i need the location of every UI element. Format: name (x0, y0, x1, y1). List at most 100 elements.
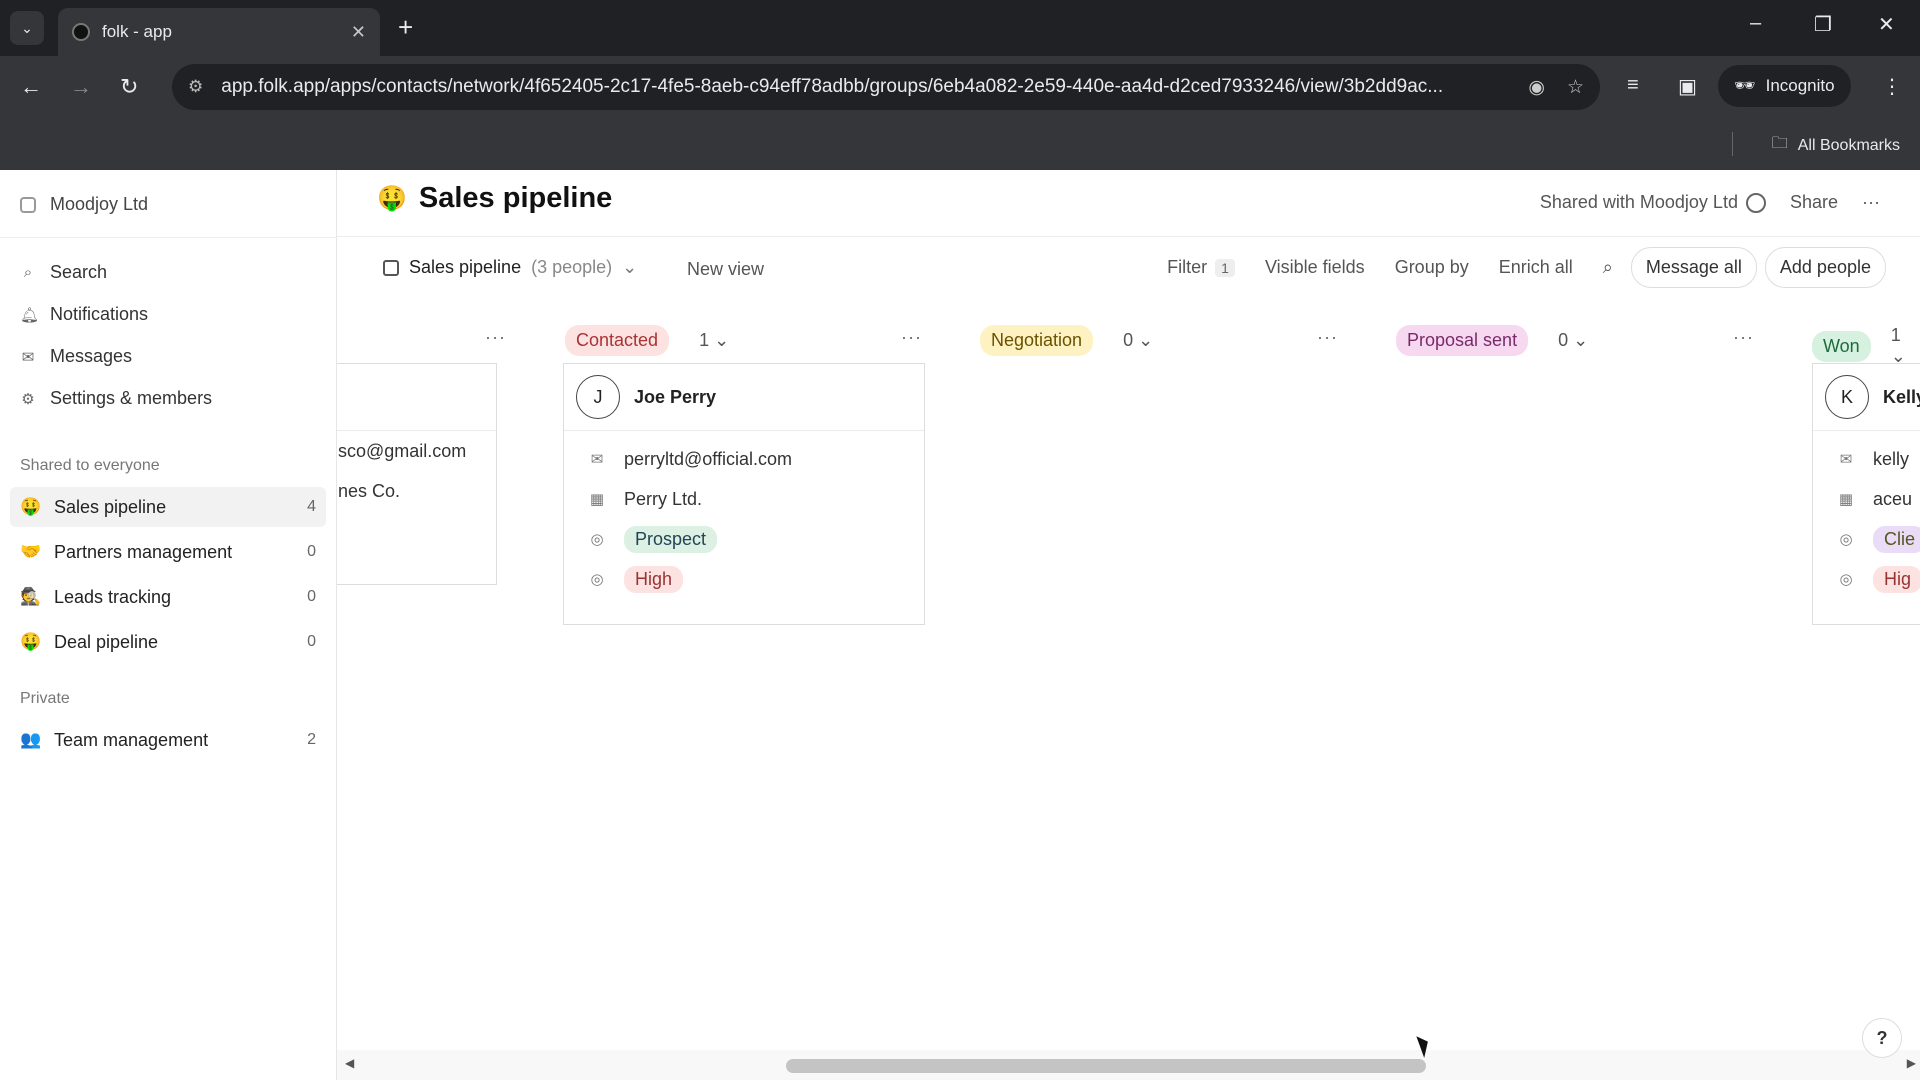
scroll-right-icon[interactable]: ▶ (1907, 1056, 1916, 1070)
share-button[interactable]: Share (1790, 192, 1838, 213)
chevron-down-icon: ⌄ (21, 19, 33, 36)
restore-icon[interactable]: ❐ (1814, 12, 1832, 37)
priority-badge[interactable]: Hig (1873, 565, 1920, 593)
reload-icon[interactable]: ↻ (120, 74, 138, 100)
horizontal-scrollbar[interactable]: ◀ ▶ (337, 1050, 1920, 1080)
contact-card-joe-perry[interactable]: J Joe Perry ✉ perryltd@official.com ▦ Perr… (563, 363, 925, 625)
card-email[interactable]: perryltd@official.com (624, 449, 792, 470)
minimize-icon[interactable]: – (1750, 12, 1761, 35)
sidebar-item-partners-management[interactable]: 🤝 Partners management 0 (10, 532, 326, 572)
scroll-left-icon[interactable]: ◀ (345, 1056, 354, 1070)
nav-label: Notifications (50, 304, 149, 324)
nav-settings[interactable]: ⚙ Settings & members (20, 388, 212, 409)
site-info-icon[interactable]: ⚙ (188, 77, 203, 97)
menu-icon[interactable]: ⋮ (1882, 74, 1902, 99)
page-header: 🤑 Sales pipeline Shared with Moodjoy Ltd… (337, 170, 1920, 237)
card-company[interactable]: aceu (1873, 489, 1912, 510)
contact-name[interactable]: Joe Perry (634, 387, 716, 408)
contact-card-partial[interactable]: sco@gmail.com nes Co. (337, 363, 497, 585)
stage-label: Negotiation (980, 325, 1094, 356)
new-tab-button[interactable]: + (398, 12, 413, 43)
add-people-button[interactable]: Add people (1764, 247, 1886, 288)
contact-card-kelly[interactable]: K Kelly ✉ kelly ▦ aceu ◎ Clie ◎ Hig (1812, 363, 1920, 625)
card-email: sco@gmail.com (338, 440, 467, 461)
chevron-down-icon: ⌄ (1573, 330, 1589, 350)
column-header-negotiation[interactable]: Negotiation 0 ⌄ (980, 325, 1153, 356)
filter-button[interactable]: Filter 1 (1167, 257, 1235, 278)
emoji-icon: 🕵 (20, 587, 42, 606)
column-menu-icon[interactable]: ··· (1317, 327, 1338, 348)
group-count: 0 (307, 543, 316, 560)
column-header-contacted[interactable]: Contacted 1 ⌄ (565, 325, 729, 356)
card-company: nes Co. (338, 480, 401, 501)
more-options-icon[interactable]: ··· (1862, 192, 1880, 213)
sidebar-item-leads-tracking[interactable]: 🕵 Leads tracking 0 (10, 577, 326, 617)
status-badge[interactable]: Prospect (624, 525, 718, 553)
eye-off-icon[interactable]: ◉ (1528, 76, 1545, 99)
incognito-icon: 🕶 (1734, 76, 1756, 95)
main-content: 🤑 Sales pipeline Shared with Moodjoy Ltd… (337, 170, 1920, 1080)
bell-icon: 🔔︎ (20, 306, 40, 324)
chevron-down-icon: ⌄ (714, 330, 730, 350)
contact-name[interactable]: Kelly (1883, 387, 1920, 408)
nav-search[interactable]: ⌕ Search (20, 262, 107, 283)
back-icon[interactable]: ← (20, 74, 42, 100)
nav-label: Messages (50, 346, 133, 366)
avatar: K (1825, 375, 1869, 419)
folder-icon: 🗀 (1771, 135, 1788, 152)
section-heading-private: Private (20, 690, 70, 707)
workspace-switcher[interactable]: Moodjoy Ltd (20, 194, 148, 215)
view-selector[interactable]: Sales pipeline (3 people) ⌄ (383, 257, 637, 278)
group-label: Deal pipeline (54, 631, 159, 652)
nav-messages[interactable]: ✉ Messages (20, 346, 132, 367)
column-menu-icon[interactable]: ··· (485, 327, 506, 348)
nav-notifications[interactable]: 🔔︎ Notifications (20, 304, 148, 325)
stage-label: Won (1812, 330, 1871, 362)
sidebar-item-deal-pipeline[interactable]: 🤑 Deal pipeline 0 (10, 622, 326, 662)
section-heading-shared: Shared to everyone (20, 457, 160, 474)
visible-fields-button[interactable]: Visible fields (1265, 257, 1365, 278)
close-window-icon[interactable]: ✕ (1878, 12, 1895, 37)
column-menu-icon[interactable]: ··· (1733, 327, 1754, 348)
new-view-button[interactable]: New view (687, 259, 764, 280)
chevron-down-icon: ⌄ (622, 257, 638, 277)
group-by-button[interactable]: Group by (1395, 257, 1469, 278)
status-badge[interactable]: Clie (1873, 525, 1920, 553)
sidebar-item-sales-pipeline[interactable]: 🤑 Sales pipeline 4 (10, 487, 326, 527)
incognito-label: Incognito (1765, 76, 1835, 95)
card-header: K Kelly (1813, 364, 1920, 431)
all-bookmarks-button[interactable]: 🗀 All Bookmarks (1731, 132, 1900, 159)
shared-with-button[interactable]: Shared with Moodjoy Ltd (1540, 192, 1766, 214)
enrich-all-button[interactable]: Enrich all (1499, 257, 1573, 278)
address-bar[interactable]: ⚙ app.folk.app/apps/contacts/network/4f6… (172, 64, 1600, 110)
tab-search-button[interactable]: ⌄ (10, 11, 44, 45)
priority-badge[interactable]: High (624, 565, 684, 593)
sidebar-item-team-management[interactable]: 👥 Team management 2 (10, 720, 326, 760)
card-header: J Joe Perry (564, 364, 924, 431)
incognito-badge[interactable]: 🕶 Incognito (1718, 65, 1851, 107)
help-button[interactable]: ? (1862, 1018, 1902, 1058)
star-icon[interactable]: ☆ (1567, 76, 1584, 99)
scrollbar-thumb[interactable] (786, 1059, 1426, 1073)
card-priority-row: ◎ High (564, 559, 924, 599)
view-bar: Sales pipeline (3 people) ⌄ New view Fil… (337, 237, 1920, 305)
column-header-won[interactable]: Won 1 ⌄ (1812, 325, 1920, 367)
chevron-down-icon: ⌄ (1138, 330, 1154, 350)
count-value: 1 (699, 330, 710, 350)
tab-title: folk - app (102, 22, 172, 41)
media-icon[interactable]: ≡ (1627, 74, 1639, 97)
close-tab-icon[interactable]: ✕ (351, 22, 366, 43)
card-email[interactable]: kelly (1873, 449, 1909, 470)
column-menu-icon[interactable]: ··· (901, 327, 922, 348)
forward-icon[interactable]: → (70, 74, 92, 100)
select-icon: ◎ (590, 531, 604, 548)
divider (1731, 132, 1733, 156)
search-icon[interactable]: ⌕ (1603, 257, 1613, 278)
message-all-button[interactable]: Message all (1630, 247, 1757, 288)
card-company[interactable]: Perry Ltd. (624, 489, 702, 510)
side-panel-icon[interactable]: ▣ (1678, 74, 1697, 99)
browser-tab[interactable]: folk - app ✕ (58, 8, 380, 56)
column-header-proposal-sent[interactable]: Proposal sent 0 ⌄ (1396, 325, 1588, 356)
stage-label: Contacted (565, 325, 670, 356)
emoji-icon: 🤑 (20, 497, 42, 516)
